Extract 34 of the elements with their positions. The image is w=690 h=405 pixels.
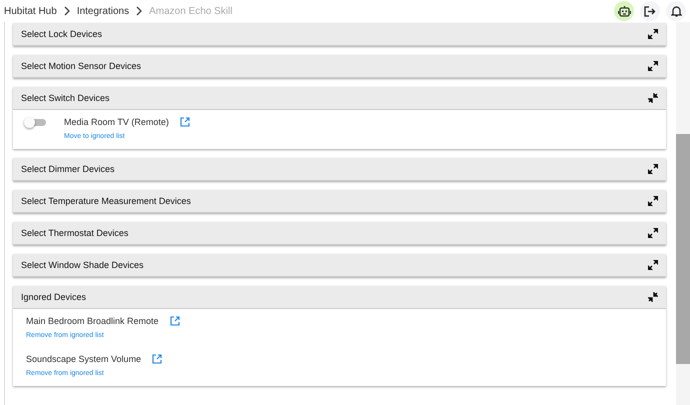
device-name: Main Bedroom Broadlink Remote [26,316,159,326]
logout-button[interactable] [640,1,660,21]
expand-icon[interactable] [648,61,658,71]
scrollbar[interactable] [676,22,690,405]
expand-icon[interactable] [648,29,658,39]
section-header[interactable]: Select Switch Devices [13,87,666,110]
expand-icon[interactable] [648,228,658,238]
device-name: Media Room TV (Remote) [64,117,169,127]
logout-icon [644,6,656,16]
breadcrumb-link[interactable]: Integrations [76,6,130,16]
chevron-icon [62,6,71,16]
expand-icon[interactable] [648,196,658,206]
section-header[interactable]: Select Thermostat Devices [13,222,666,245]
external-link-icon[interactable] [170,316,180,326]
section-header[interactable]: Ignored Devices [13,286,666,309]
collapse-icon[interactable] [648,292,658,302]
section-header[interactable]: Select Lock Devices [13,23,666,46]
robot-icon [618,5,630,17]
external-link-icon[interactable] [152,354,162,364]
collapse-icon[interactable] [648,93,658,103]
notifications-button[interactable] [666,1,686,21]
section-header[interactable]: Select Temperature Measurement Devices [13,190,666,213]
external-link-icon[interactable] [180,117,190,127]
section-header[interactable]: Select Dimmer Devices [13,158,666,181]
robot-button[interactable] [614,1,634,21]
bell-icon [670,5,682,17]
breadcrumb-link[interactable]: Hubitat Hub [4,6,57,16]
device-name: Soundscape System Volume [26,354,142,364]
section-header[interactable]: Select Motion Sensor Devices [13,55,666,78]
section-header[interactable]: Select Window Shade Devices [13,254,666,277]
expand-icon[interactable] [648,260,658,270]
toggle-switch[interactable] [26,118,46,126]
chevron-icon [135,6,144,16]
expand-icon[interactable] [648,164,658,174]
